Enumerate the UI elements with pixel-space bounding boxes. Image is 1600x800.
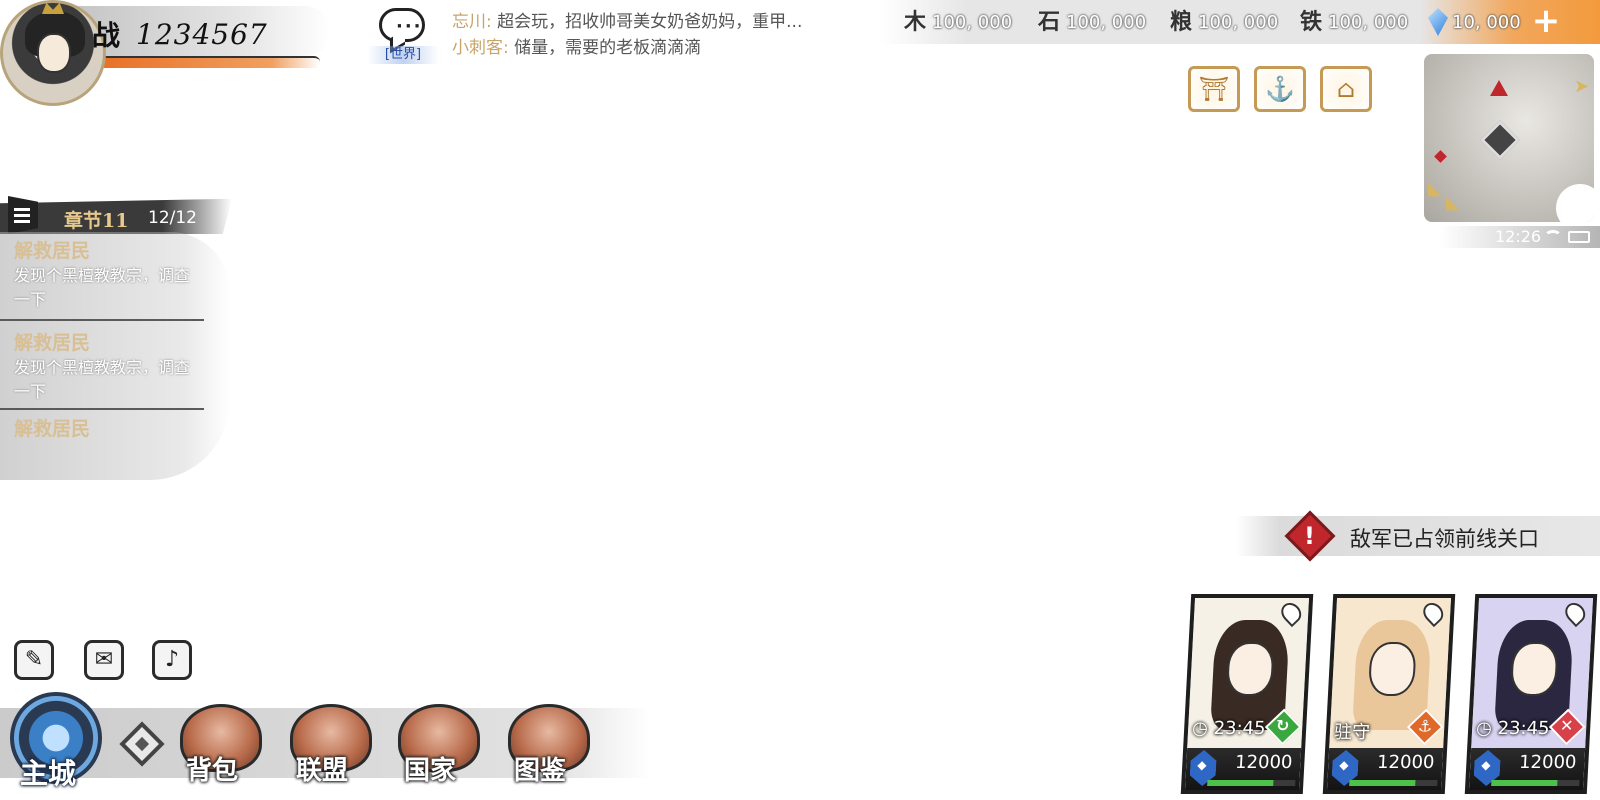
hero-status: 驻守 [1333,722,1371,743]
troop-bar-fill [1491,780,1558,786]
resource-wood[interactable]: 木 100, 000 [902,8,1012,36]
quest-item[interactable]: 解救居民 发现个黑檀教教宗，调查一下 [14,238,204,312]
avatar-face [37,33,71,73]
battery-icon [1568,231,1590,243]
resource-value: 100, 000 [932,11,1013,33]
player-location-icon [1480,120,1520,160]
chat-sender: 忘川: [452,12,492,32]
hero-power: 12000 [1234,752,1293,773]
troop-bar [1349,780,1438,786]
player-panel[interactable]: 战 1234567 [0,0,330,110]
quest-item[interactable]: 解救居民 发现个黑檀教教宗，调查一下 [14,330,204,404]
resource-stone[interactable]: 石 100, 000 [1036,8,1146,36]
quest-desc: 发现个黑檀教教宗，调查一下 [14,266,191,309]
nav-label: 国家 [404,756,457,786]
war-horn-icon[interactable]: ♪ [152,640,192,680]
chapter-progress: 12/12 [148,208,197,228]
gate-icon[interactable]: ⛩ [1188,66,1240,112]
alliance-button[interactable]: 联盟 [290,704,372,786]
resource-value: 100, 000 [1198,11,1279,33]
arrow-icon: ◣ [1428,178,1442,199]
chat-message: 储量，需要的老板滴滴滴 [514,38,702,58]
enemy-marker-icon [1490,80,1508,96]
chat-button[interactable]: ··· [世界] [367,6,439,64]
add-gem-button[interactable]: + [1528,4,1564,40]
quest-desc: 发现个黑檀教教宗，调查一下 [14,358,191,401]
divider [0,319,204,321]
iron-icon: 铁 [1299,9,1322,35]
pavilion-icon[interactable]: ⌂ [1320,66,1372,112]
exclamation-icon: ! [1304,522,1315,550]
chat-sender: 小刺客: [452,38,509,58]
mail-icon[interactable]: ✉ [84,640,124,680]
power-icon: 战 [92,19,121,52]
divider [0,408,204,410]
hero-power: 12000 [1518,752,1577,773]
chapter-title: 章节11 [64,210,129,232]
hero-card[interactable]: ◷ 23:45 ↻ 12000 [1180,594,1314,794]
hero-card[interactable]: 驻守 ⚓ 12000 [1322,594,1456,794]
nav-label: 图鉴 [514,756,567,786]
troop-bar [1207,780,1296,786]
stone-icon: 石 [1037,9,1060,35]
chat-line: 小刺客: 储量，需要的老板滴滴滴 [452,35,802,61]
power-value: 1234567 [136,18,268,51]
chat-feed[interactable]: 忘川: 超会玩，招收帅哥美女奶爸奶妈，重甲... 小刺客: 储量，需要的老板滴滴… [452,9,802,61]
chat-message: 超会玩，招收帅哥美女奶爸奶妈，重甲... [497,12,803,32]
wood-icon: 木 [903,9,926,35]
hero-power: 12000 [1376,752,1435,773]
alert-text: 敌军已占领前线关口 [1350,527,1539,551]
quest-title: 解救居民 [14,418,91,440]
troop-bar [1491,780,1580,786]
chat-channel-tag: [世界] [367,46,439,64]
hero-status: ◷ 23:45 [1191,718,1267,739]
arrow-icon: ◣ [1446,192,1460,213]
resource-value: 100, 000 [1328,11,1409,33]
resource-value: 10, 000 [1452,11,1521,33]
troop-bar-fill [1207,780,1274,786]
nav-label: 联盟 [296,756,349,786]
backpack-button[interactable]: 背包 [180,704,262,786]
grain-icon: 粮 [1169,9,1192,35]
wifi-icon [1544,230,1562,244]
resource-gem[interactable]: 10, 000 [1428,8,1521,36]
resource-iron[interactable]: 铁 100, 000 [1298,8,1408,36]
quest-item[interactable]: 解救居民 [14,416,204,442]
minimap[interactable]: ➤ ◣ ◣ [1424,54,1594,222]
quest-title: 解救居民 [14,332,91,354]
avatar[interactable] [0,0,106,106]
quest-list: 解救居民 发现个黑檀教教宗，调查一下 解救居民 发现个黑檀教教宗，调查一下 解救… [0,232,230,480]
resource-grain[interactable]: 粮 100, 000 [1168,8,1278,36]
chat-bubble-icon: ··· [379,8,425,42]
nav-label: 背包 [186,756,239,786]
scroll-icon[interactable]: ✎ [14,640,54,680]
chat-line: 忘川: 超会玩，招收帅哥美女奶爸奶妈，重甲... [452,9,802,35]
anchor-icon[interactable]: ⚓ [1254,66,1306,112]
resource-value: 100, 000 [1066,11,1147,33]
main-city-label: 主城 [20,757,77,790]
hero-card[interactable]: ◷ 23:45 ✕ 12000 [1464,594,1598,794]
clock: 12:26 [1495,227,1542,246]
red-dot-icon [1434,150,1447,163]
troop-bar-fill [1349,780,1416,786]
nation-button[interactable]: 国家 [398,704,480,786]
player-exp-bar [80,56,320,68]
quest-title: 解救居民 [14,240,91,262]
codex-button[interactable]: 图鉴 [508,704,590,786]
arrow-icon: ➤ [1574,76,1590,97]
minimap-corner [1556,184,1594,222]
hero-status: ◷ 23:45 [1475,718,1551,739]
gem-icon [1428,8,1448,36]
quest-scroll-icon [8,196,38,234]
